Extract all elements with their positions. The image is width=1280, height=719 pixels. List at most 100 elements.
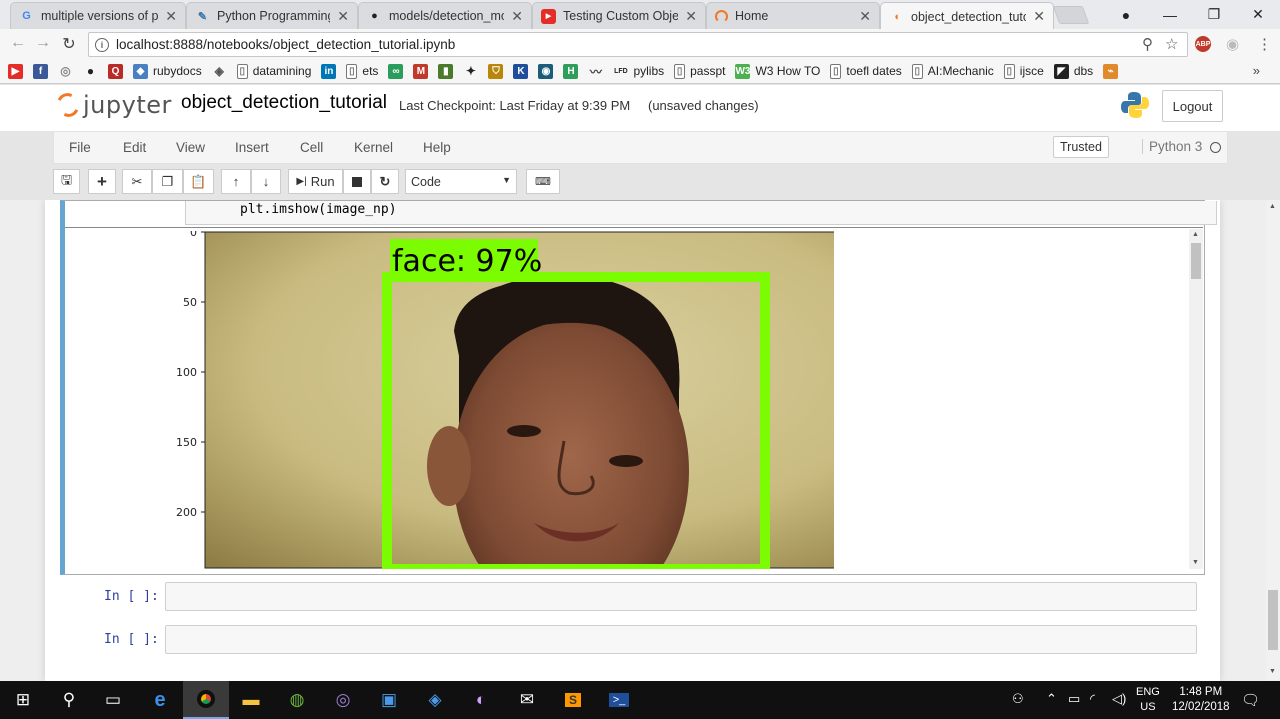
bookmark-item[interactable]: ▶ <box>8 63 23 79</box>
menu-insert[interactable]: Insert <box>235 140 269 155</box>
bookmark-item[interactable]: ▯ AI:Mechanic <box>911 63 994 79</box>
bookmark-item[interactable]: ◎ <box>58 64 73 79</box>
scroll-up-icon[interactable]: ▲ <box>1192 231 1199 238</box>
taskbar-edge[interactable]: e <box>137 681 183 719</box>
bookmark-item[interactable]: Q <box>108 63 123 79</box>
bookmark-item[interactable]: ∞ <box>388 63 404 79</box>
bookmark-item[interactable]: ▯ ijsce <box>1003 63 1044 79</box>
taskbar-powershell[interactable]: >_ <box>596 681 642 719</box>
logout-button[interactable]: Logout <box>1162 90 1223 122</box>
task-view-button[interactable]: ▭ <box>90 681 136 719</box>
bookmark-item[interactable]: ⛉ <box>488 63 504 79</box>
tab-github-models[interactable]: ● models/detection_mod ✕ <box>358 2 532 29</box>
taskbar-mail[interactable]: ✉ <box>504 681 550 719</box>
restart-button[interactable]: ↻ <box>371 169 399 194</box>
page-scrollbar[interactable]: ▲ ▼ <box>1266 200 1280 681</box>
bookmark-item[interactable]: ▯ passpt <box>674 63 725 79</box>
zoom-icon[interactable]: ⚲ <box>1142 35 1153 53</box>
wifi-icon[interactable]: ◜ <box>1090 691 1095 707</box>
restore-button[interactable]: ❐ <box>1192 0 1236 29</box>
close-tab-icon[interactable]: ✕ <box>685 8 697 25</box>
bookmark-item[interactable]: W3 W3 How TO <box>735 63 820 79</box>
language-indicator[interactable]: ENG US <box>1136 685 1160 715</box>
bookmark-item[interactable]: K <box>513 63 529 79</box>
minimize-button[interactable]: — <box>1148 0 1192 29</box>
chrome-menu-icon[interactable]: ⋮ <box>1257 35 1272 53</box>
taskbar-sublime[interactable]: S <box>550 681 596 719</box>
move-down-button[interactable]: ↓ <box>251 169 281 194</box>
bookmark-item[interactable]: ◈ <box>212 64 227 79</box>
close-tab-icon[interactable]: ✕ <box>859 8 871 25</box>
output-scroll-thumb[interactable] <box>1191 243 1201 279</box>
trusted-badge[interactable]: Trusted <box>1053 136 1109 158</box>
tab-youtube-testing[interactable]: ▶ Testing Custom Object ✕ <box>532 2 706 29</box>
command-palette-button[interactable]: ⌨ <box>526 169 560 194</box>
forward-icon[interactable]: → <box>33 34 53 52</box>
taskbar-eclipse[interactable]: ◐ <box>458 681 504 719</box>
notebook-name[interactable]: object_detection_tutorial <box>181 92 387 114</box>
scroll-down-icon[interactable]: ▼ <box>1269 668 1276 675</box>
bookmark-item[interactable]: ◆ rubydocs <box>133 63 202 79</box>
bookmark-item[interactable]: ● <box>83 64 98 79</box>
menu-kernel[interactable]: Kernel <box>354 140 393 155</box>
close-tab-icon[interactable]: ✕ <box>165 8 177 25</box>
tab-object-detection[interactable]: ◖ object_detection_tutori ✕ <box>880 2 1054 30</box>
close-window-button[interactable]: ✕ <box>1236 0 1280 29</box>
output-scrollbar[interactable]: ▲ ▼ <box>1189 229 1203 569</box>
back-icon[interactable]: ← <box>8 34 28 52</box>
close-tab-icon[interactable]: ✕ <box>1033 8 1045 25</box>
taskbar-app-blue[interactable]: ▣ <box>366 681 412 719</box>
taskbar-app-purple[interactable]: ◎ <box>320 681 366 719</box>
bookmark-item[interactable]: ▮ <box>438 63 454 79</box>
taskbar-app-diamond[interactable]: ◈ <box>412 681 458 719</box>
people-icon[interactable]: ⚇ <box>1012 691 1024 707</box>
save-button[interactable]: 🖫 <box>53 169 80 194</box>
run-button[interactable]: ▶| Run <box>288 169 343 194</box>
volume-icon[interactable]: ◁) <box>1112 691 1126 707</box>
tab-python-programming[interactable]: ✎ Python Programming T ✕ <box>186 2 358 29</box>
menu-file[interactable]: File <box>69 140 91 155</box>
code-input[interactable] <box>165 625 1197 654</box>
profile-icon[interactable]: ● <box>1104 0 1148 29</box>
info-icon[interactable]: i <box>95 37 109 52</box>
code-input[interactable] <box>165 582 1197 611</box>
taskbar-app-green[interactable]: ◍ <box>274 681 320 719</box>
bookmark-item[interactable]: ▯ toefl dates <box>830 63 902 79</box>
empty-code-cell[interactable]: In [ ]: <box>45 623 1220 657</box>
bookmark-item[interactable]: ◉ <box>538 63 554 79</box>
menu-cell[interactable]: Cell <box>300 140 323 155</box>
cut-button[interactable]: ✂ <box>122 169 152 194</box>
paste-button[interactable]: 📋 <box>183 169 214 194</box>
scroll-up-icon[interactable]: ▲ <box>1269 203 1276 210</box>
close-tab-icon[interactable]: ✕ <box>337 8 349 25</box>
search-button[interactable]: ⚲ <box>46 681 92 719</box>
taskbar-chrome[interactable] <box>183 681 229 719</box>
cell-type-select[interactable]: Code ▼ <box>405 169 517 194</box>
bookmark-item[interactable]: M <box>413 63 429 79</box>
bookmark-item[interactable]: ▯ ets <box>346 63 378 79</box>
start-button[interactable]: ⊞ <box>0 681 46 719</box>
bookmark-item[interactable]: 〰 <box>588 64 603 79</box>
address-bar[interactable]: i localhost:8888/notebooks/object_detect… <box>88 32 1188 57</box>
empty-code-cell[interactable]: In [ ]: <box>45 580 1220 614</box>
tab-jupyter-home[interactable]: Home ✕ <box>706 2 880 29</box>
new-tab-button[interactable] <box>1052 6 1090 24</box>
menu-help[interactable]: Help <box>423 140 451 155</box>
chevron-up-icon[interactable]: ⌃ <box>1046 691 1057 707</box>
clock[interactable]: 1:48 PM 12/02/2018 <box>1172 685 1230 715</box>
adblock-icon[interactable]: ABP <box>1195 36 1211 52</box>
bookmark-item[interactable]: ◤ dbs <box>1053 63 1093 79</box>
extension-icon[interactable]: ◉ <box>1226 35 1239 53</box>
scroll-down-icon[interactable]: ▼ <box>1192 559 1199 566</box>
jupyter-logo[interactable]: jupyter <box>53 89 172 121</box>
code-input[interactable]: plt.imshow(image_np) <box>185 201 1217 225</box>
bookmark-item[interactable]: ⌁ <box>1103 63 1119 79</box>
bookmark-item[interactable]: LFD pylibs <box>613 64 664 79</box>
copy-button[interactable]: ❐ <box>152 169 183 194</box>
move-up-button[interactable]: ↑ <box>221 169 251 194</box>
reload-icon[interactable]: ↻ <box>59 34 79 54</box>
tab-google-search[interactable]: G multiple versions of pro ✕ <box>10 2 186 29</box>
bookmark-item[interactable]: ▯ datamining <box>236 63 311 79</box>
battery-icon[interactable]: ▭ <box>1068 691 1080 707</box>
insert-cell-button[interactable]: + <box>88 169 116 194</box>
